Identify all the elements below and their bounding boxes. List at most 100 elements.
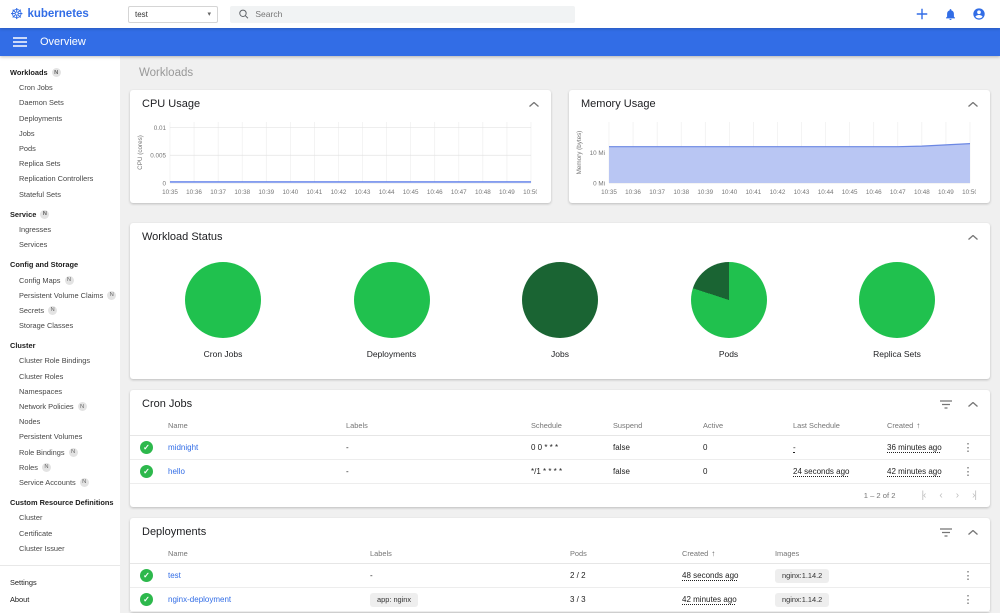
- cell-pods: 2 / 2: [570, 571, 586, 580]
- column-header-sorted[interactable]: Created ↑: [682, 549, 775, 558]
- sidebar-item[interactable]: Config and Storage: [0, 257, 120, 272]
- deployment-name-link[interactable]: test: [168, 571, 370, 580]
- column-header[interactable]: Images: [775, 549, 956, 558]
- memory-usage-card: Memory Usage 10:35 10:36 10:37 10:38 10:39 10…: [569, 90, 990, 203]
- sidebar-item[interactable]: Deployments: [0, 111, 120, 126]
- deployment-name-link[interactable]: nginx-deployment: [168, 595, 370, 604]
- filter-icon[interactable]: [940, 399, 952, 409]
- sidebar-item[interactable]: Persistent Volume Claims N: [0, 288, 120, 303]
- sidebar-item[interactable]: [0, 564, 120, 566]
- sidebar-item-label: Workloads: [10, 68, 48, 78]
- row-menu-kebab-icon[interactable]: ⋮: [956, 441, 980, 454]
- column-header[interactable]: Labels: [346, 421, 531, 430]
- hamburger-menu-icon[interactable]: [13, 37, 27, 47]
- sidebar-item[interactable]: Cluster Roles: [0, 369, 120, 384]
- sidebar-item[interactable]: Daemon Sets: [0, 95, 120, 110]
- column-header[interactable]: Last Schedule: [793, 421, 887, 430]
- sidebar-item[interactable]: Custom Resource Definitions: [0, 495, 120, 510]
- column-header[interactable]: Active: [703, 421, 793, 430]
- cpu-usage-card: CPU Usage 10:35 10:36 10:37 10:38 10:39 10:40…: [130, 90, 551, 203]
- sidebar-item[interactable]: Persistent Volumes: [0, 429, 120, 444]
- svg-text:10:46: 10:46: [866, 189, 882, 196]
- status-ok-icon: ✓: [140, 593, 153, 606]
- collapse-chevron-icon[interactable]: [968, 401, 978, 407]
- column-header[interactable]: Schedule: [531, 421, 613, 430]
- sidebar-item[interactable]: Service Accounts N: [0, 475, 120, 490]
- sidebar-item[interactable]: Service N: [0, 207, 120, 222]
- namespaced-badge: N: [79, 477, 89, 487]
- sidebar-item-label: Secrets: [19, 305, 45, 315]
- sidebar-item[interactable]: Storage Classes: [0, 318, 120, 333]
- sidebar-item[interactable]: Pods: [0, 141, 120, 156]
- sidebar-item-label: Pods: [19, 144, 36, 154]
- sidebar-item[interactable]: Replication Controllers: [0, 171, 120, 186]
- cronjob-name-link[interactable]: midnight: [168, 443, 346, 452]
- prev-page-icon[interactable]: ‹: [939, 490, 943, 501]
- sidebar-item[interactable]: Cluster: [0, 510, 120, 525]
- column-header[interactable]: Name: [168, 549, 370, 558]
- sidebar-item[interactable]: Cluster Role Bindings: [0, 353, 120, 368]
- sidebar-item-label: Certificate: [19, 528, 53, 538]
- cell-schedule: */1 * * * *: [531, 467, 563, 476]
- svg-text:10:35: 10:35: [162, 189, 178, 196]
- svg-text:CPU (cores): CPU (cores): [137, 135, 144, 170]
- column-header[interactable]: Labels: [370, 549, 570, 558]
- sidebar-item[interactable]: Role Bindings N: [0, 445, 120, 460]
- collapse-chevron-icon[interactable]: [968, 529, 978, 535]
- column-header[interactable]: Suspend: [613, 421, 703, 430]
- notifications-bell-icon[interactable]: [944, 8, 957, 21]
- sidebar-item[interactable]: About: [0, 592, 120, 607]
- first-page-icon[interactable]: |‹: [921, 490, 926, 501]
- sidebar-item[interactable]: Replica Sets: [0, 156, 120, 171]
- collapse-chevron-icon[interactable]: [968, 234, 978, 240]
- sidebar-item[interactable]: Services: [0, 237, 120, 252]
- sidebar-item[interactable]: Nodes: [0, 414, 120, 429]
- namespace-selector[interactable]: test ▾: [128, 5, 218, 23]
- last-page-icon[interactable]: ›|: [972, 490, 977, 501]
- create-plus-icon[interactable]: [915, 7, 929, 21]
- sidebar-item[interactable]: Workloads N: [0, 65, 120, 80]
- deployments-status: Deployments: [353, 262, 430, 359]
- svg-text:Memory (bytes): Memory (bytes): [576, 131, 583, 175]
- collapse-chevron-icon[interactable]: [968, 101, 978, 107]
- status-ok-icon: ✓: [140, 569, 153, 582]
- sidebar-item[interactable]: Stateful Sets: [0, 187, 120, 202]
- cell-last-schedule: -: [793, 443, 796, 452]
- column-header[interactable]: Name: [168, 421, 346, 430]
- sidebar-item-label: Jobs: [19, 128, 35, 138]
- donut-label: Deployments: [366, 349, 417, 359]
- sidebar-item[interactable]: Cluster: [0, 338, 120, 353]
- top-header: ☸ kubernetes test ▾: [0, 0, 1000, 28]
- sidebar-item-label: Replica Sets: [19, 159, 61, 169]
- donut-chart: [690, 262, 767, 338]
- sidebar-item-label: Ingresses: [19, 224, 52, 234]
- sidebar-item[interactable]: Cron Jobs: [0, 80, 120, 95]
- collapse-chevron-icon[interactable]: [529, 101, 539, 107]
- sidebar-item[interactable]: Cluster Issuer: [0, 541, 120, 556]
- sidebar-item[interactable]: Network Policies N: [0, 399, 120, 414]
- sidebar-item[interactable]: Jobs: [0, 126, 120, 141]
- sidebar-item[interactable]: Certificate: [0, 525, 120, 540]
- sidebar-item[interactable]: Namespaces: [0, 384, 120, 399]
- search-bar[interactable]: [230, 5, 575, 23]
- sidebar-item[interactable]: Secrets N: [0, 303, 120, 318]
- sidebar-item[interactable]: Roles N: [0, 460, 120, 475]
- column-header[interactable]: Pods: [570, 549, 682, 558]
- column-header-sorted[interactable]: Created ↑: [887, 421, 956, 430]
- sidebar-item-label: Roles: [19, 462, 38, 472]
- sidebar-item-label: Config Maps: [19, 275, 61, 285]
- cronjob-name-link[interactable]: hello: [168, 467, 346, 476]
- filter-icon[interactable]: [940, 527, 952, 537]
- caret-down-icon: ▾: [207, 11, 211, 18]
- next-page-icon[interactable]: ›: [956, 490, 960, 501]
- row-menu-kebab-icon[interactable]: ⋮: [956, 569, 980, 582]
- row-menu-kebab-icon[interactable]: ⋮: [956, 593, 980, 606]
- sidebar-item[interactable]: Ingresses: [0, 222, 120, 237]
- svg-text:0.005: 0.005: [150, 153, 166, 160]
- search-input[interactable]: [255, 9, 567, 19]
- sidebar-item[interactable]: Config Maps N: [0, 272, 120, 287]
- cell-suspend: false: [613, 443, 630, 452]
- row-menu-kebab-icon[interactable]: ⋮: [956, 465, 980, 478]
- user-account-icon[interactable]: [972, 7, 986, 21]
- sidebar-item[interactable]: Settings: [0, 575, 120, 590]
